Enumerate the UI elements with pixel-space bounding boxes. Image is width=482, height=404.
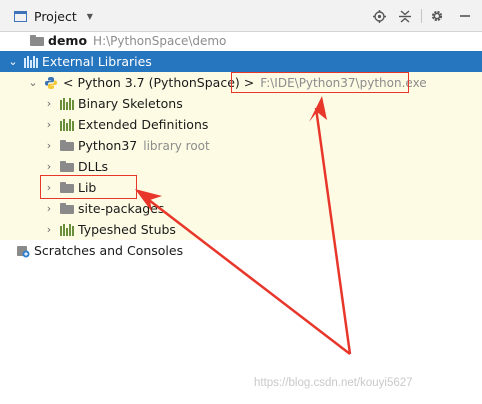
tree-row-label: Extended Definitions xyxy=(78,117,209,132)
gear-icon[interactable] xyxy=(428,6,446,26)
tree-row-label: Scratches and Consoles xyxy=(34,243,184,258)
library-icon xyxy=(60,118,74,131)
target-icon[interactable] xyxy=(370,6,388,26)
folder-icon xyxy=(60,203,74,214)
python-icon xyxy=(45,76,57,89)
chevron-down-icon[interactable]: ⌄ xyxy=(8,55,18,68)
tree-row-extended-definitions[interactable]: › Extended Definitions xyxy=(0,114,482,135)
tree-row-site-packages[interactable]: › site-packages xyxy=(0,198,482,219)
tree-row-label: Typeshed Stubs xyxy=(78,222,176,237)
chevron-down-icon[interactable]: ⌄ xyxy=(28,76,38,89)
tree-row-label: site-packages xyxy=(78,201,165,216)
tree-row-dlls[interactable]: › DLLs xyxy=(0,156,482,177)
library-icon xyxy=(60,223,74,236)
project-toolbar: Project ▼ xyxy=(0,0,482,32)
annotation-box-lib xyxy=(40,175,137,199)
folder-icon xyxy=(60,140,74,151)
tree-row-label: DLLs xyxy=(78,159,109,174)
minimize-icon[interactable] xyxy=(456,6,474,26)
chevron-right-icon[interactable]: › xyxy=(44,160,54,173)
tree-row-scratches[interactable]: Scratches and Consoles xyxy=(0,240,482,261)
folder-icon xyxy=(60,161,74,172)
collapse-all-icon[interactable] xyxy=(396,6,414,26)
annotation-box-interpreter-path xyxy=(231,72,409,93)
tree-row-label: < Python 3.7 (PythonSpace) > xyxy=(63,75,255,90)
tree-row-demo[interactable]: demo H:\PythonSpace\demo xyxy=(0,30,482,51)
watermark: https://blog.csdn.net/kouyi5627 xyxy=(254,377,413,389)
chevron-right-icon[interactable]: › xyxy=(44,202,54,215)
folder-icon xyxy=(30,35,44,46)
tree-row-typeshed-stubs[interactable]: › Typeshed Stubs xyxy=(0,219,482,240)
tree-row-label: Binary Skeletons xyxy=(78,96,183,111)
library-icon xyxy=(60,97,74,110)
toolbar-divider xyxy=(421,9,422,23)
tree-row-label: Python37 xyxy=(78,138,138,153)
tree-row-python37[interactable]: › Python37 library root xyxy=(0,135,482,156)
chevron-right-icon[interactable]: › xyxy=(44,97,54,110)
library-root-hint: library root xyxy=(143,138,210,153)
tree-row-binary-skeletons[interactable]: › Binary Skeletons xyxy=(0,93,482,114)
chevron-right-icon[interactable]: › xyxy=(44,223,54,236)
tree-row-path: H:\PythonSpace\demo xyxy=(93,33,227,48)
chevron-right-icon[interactable]: › xyxy=(44,139,54,152)
tree-row-label: demo xyxy=(48,33,88,48)
chevron-right-icon[interactable]: › xyxy=(44,118,54,131)
library-icon xyxy=(24,55,38,68)
tree-row-external-libraries[interactable]: ⌄ External Libraries xyxy=(0,51,482,72)
scratches-icon xyxy=(17,245,30,257)
tree-row-label: External Libraries xyxy=(42,54,152,69)
